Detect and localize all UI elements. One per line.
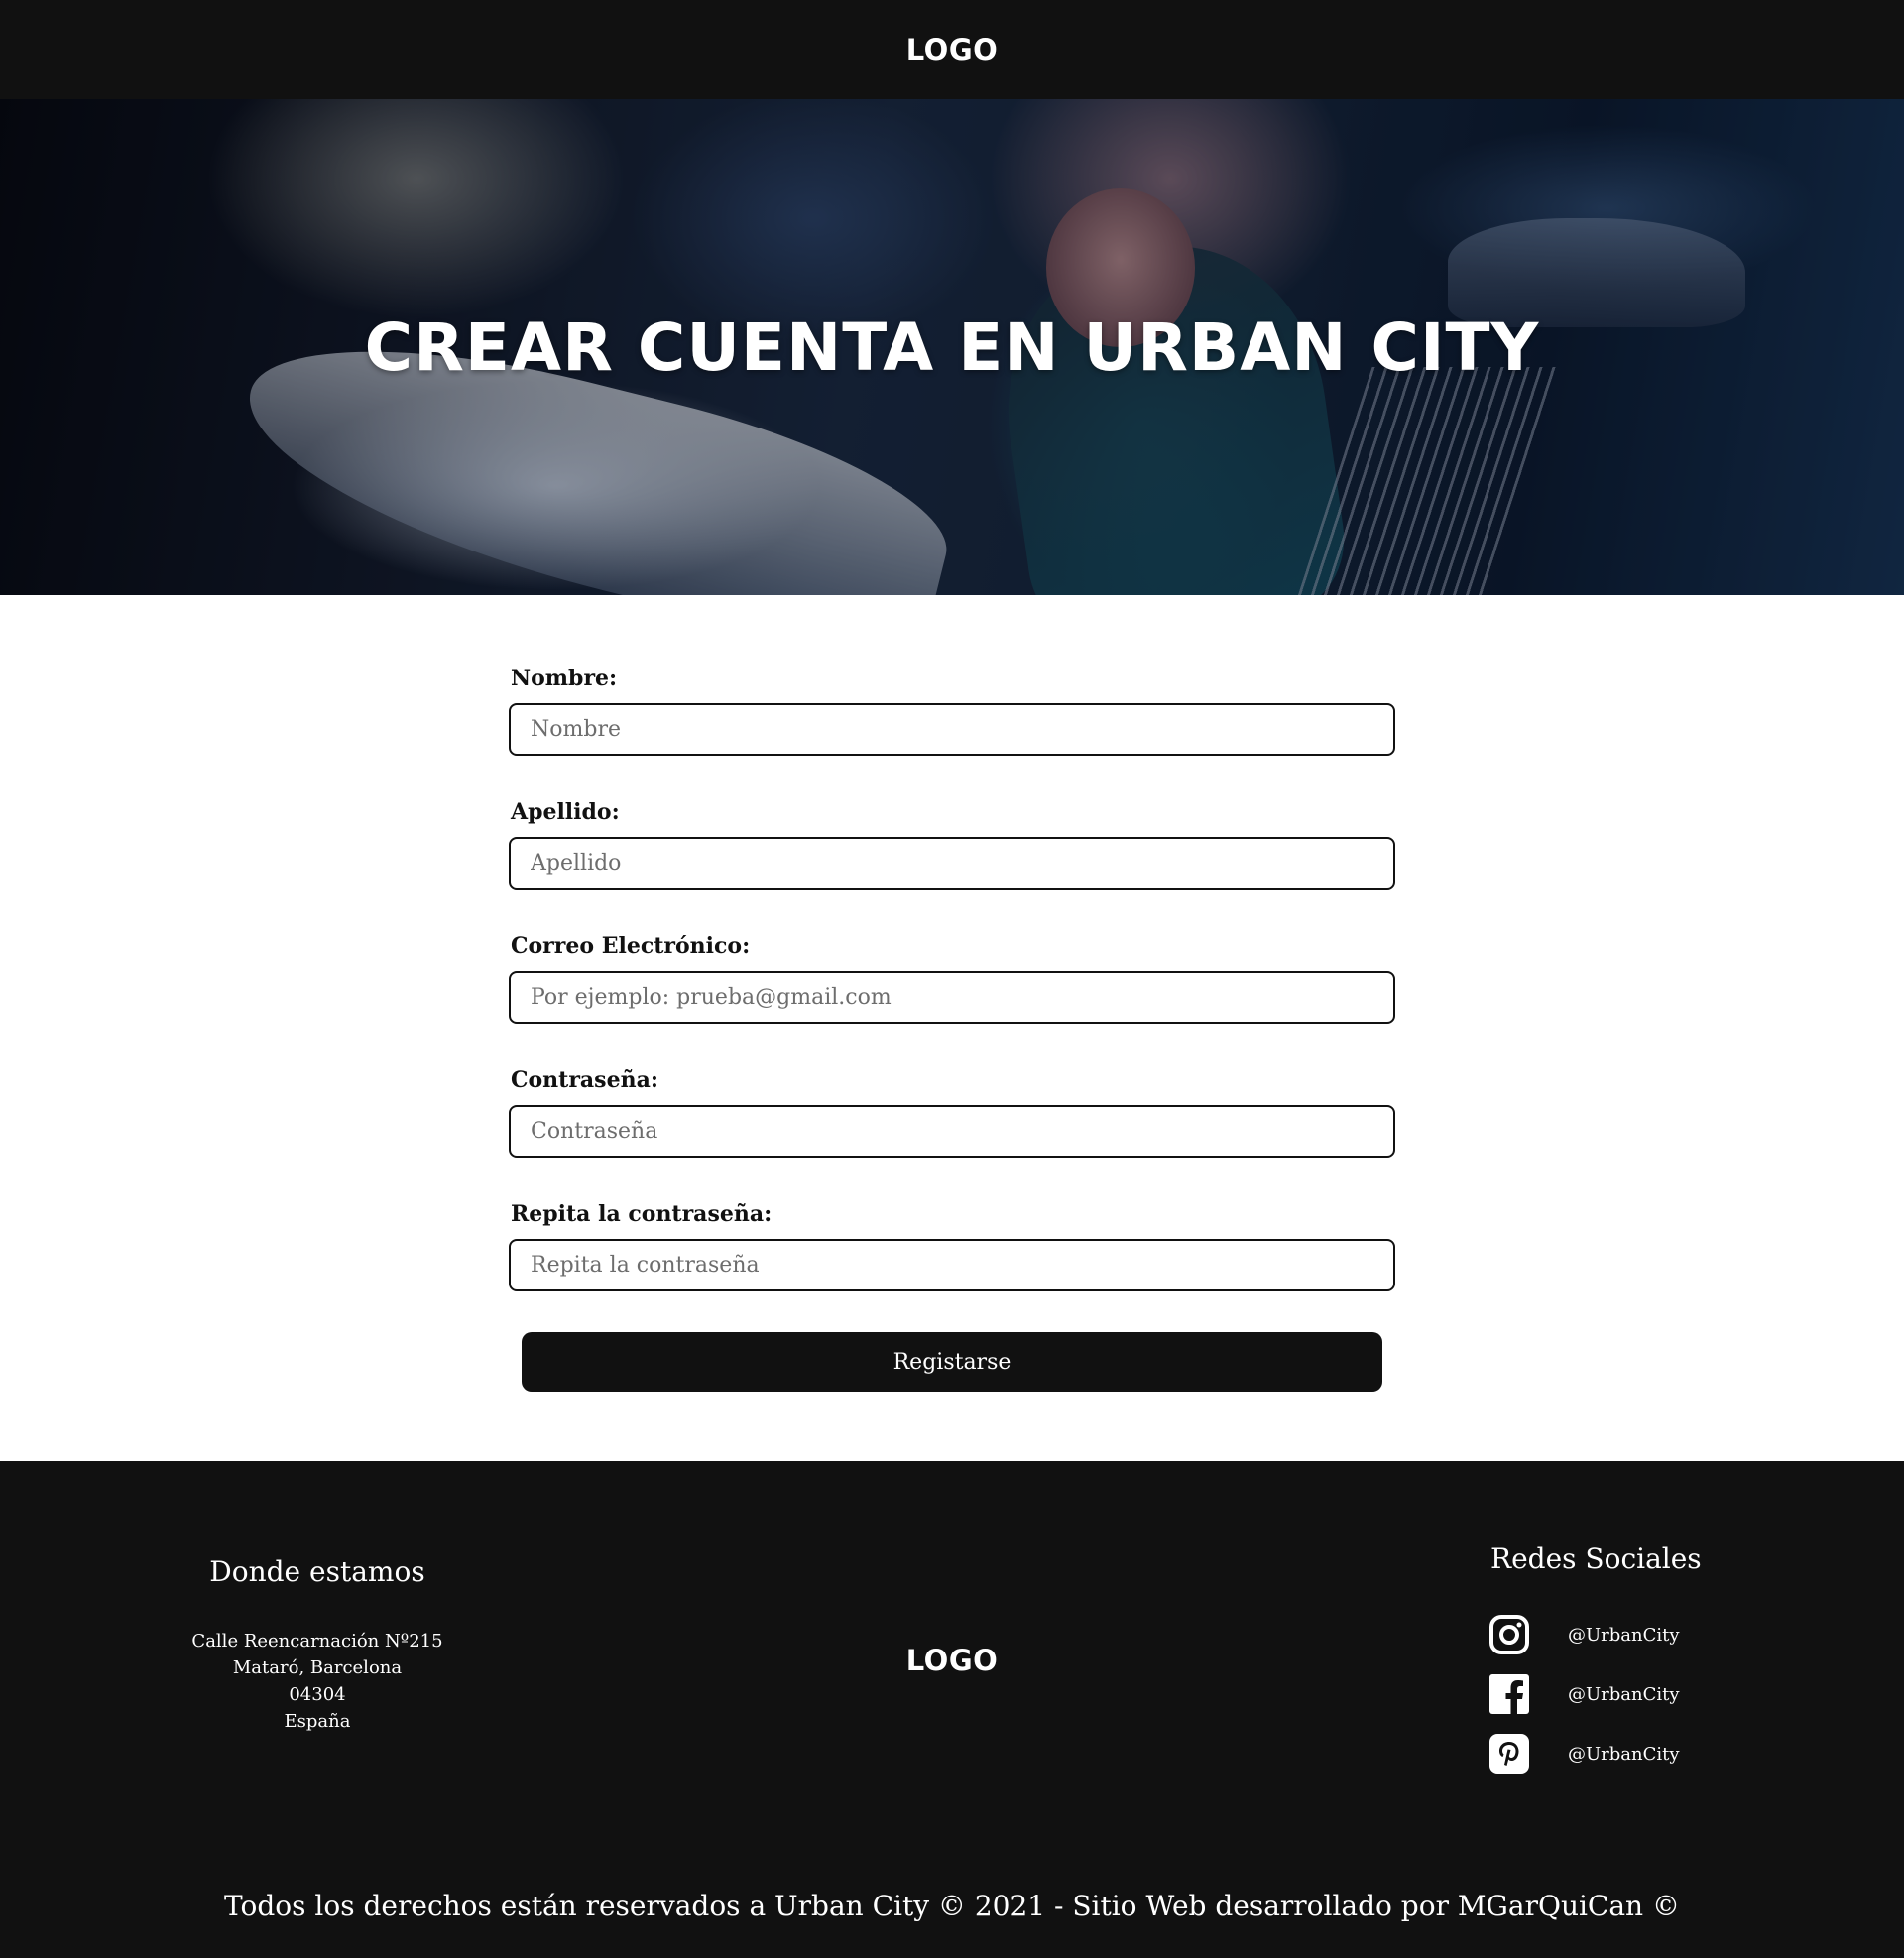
password-input[interactable] <box>509 1105 1395 1158</box>
password-repeat-label: Repita la contraseña: <box>511 1201 773 1227</box>
facebook-handle[interactable]: @UrbanCity <box>1568 1684 1680 1705</box>
field-password: Contraseña: <box>509 1068 1395 1163</box>
password-label: Contraseña: <box>511 1067 658 1093</box>
field-nombre: Nombre: <box>509 667 1395 761</box>
field-apellido: Apellido: <box>509 800 1395 895</box>
password-repeat-input[interactable] <box>509 1239 1395 1291</box>
top-header: LOGO <box>0 0 1904 99</box>
location-title: Donde estamos <box>209 1555 425 1588</box>
field-password-repeat: Repita la contraseña: <box>509 1202 1395 1296</box>
header-logo[interactable]: LOGO <box>906 33 999 66</box>
address-line: España <box>284 1711 351 1732</box>
register-button[interactable]: Registarse <box>522 1332 1382 1392</box>
site-footer: Donde estamos Calle Reencarnación Nº215 … <box>0 1461 1904 1958</box>
register-form: Nombre: Apellido: Correo Electrónico: Co… <box>509 667 1395 1336</box>
hero-banner: CREAR CUENTA EN URBAN CITY <box>0 99 1904 595</box>
footer-logo[interactable]: LOGO <box>906 1644 999 1677</box>
instagram-handle[interactable]: @UrbanCity <box>1568 1625 1680 1646</box>
apellido-input[interactable] <box>509 837 1395 890</box>
address-line: 04304 <box>289 1684 346 1705</box>
page-title: CREAR CUENTA EN URBAN CITY <box>364 308 1540 386</box>
social-link-facebook[interactable]: @UrbanCity <box>1488 1672 1726 1716</box>
pinterest-handle[interactable]: @UrbanCity <box>1568 1744 1680 1765</box>
copyright-text: Todos los derechos están reservados a Ur… <box>224 1890 1680 1922</box>
pinterest-icon[interactable] <box>1488 1732 1531 1775</box>
field-email: Correo Electrónico: <box>509 934 1395 1029</box>
email-label: Correo Electrónico: <box>511 933 751 959</box>
footer-logo-wrap: LOGO <box>0 1644 1904 1677</box>
apellido-label: Apellido: <box>511 799 620 825</box>
social-title: Redes Sociales <box>1490 1542 1702 1575</box>
nombre-input[interactable] <box>509 703 1395 756</box>
email-input[interactable] <box>509 971 1395 1024</box>
nombre-label: Nombre: <box>511 666 618 691</box>
social-link-pinterest[interactable]: @UrbanCity <box>1488 1732 1726 1775</box>
facebook-icon[interactable] <box>1488 1672 1531 1716</box>
